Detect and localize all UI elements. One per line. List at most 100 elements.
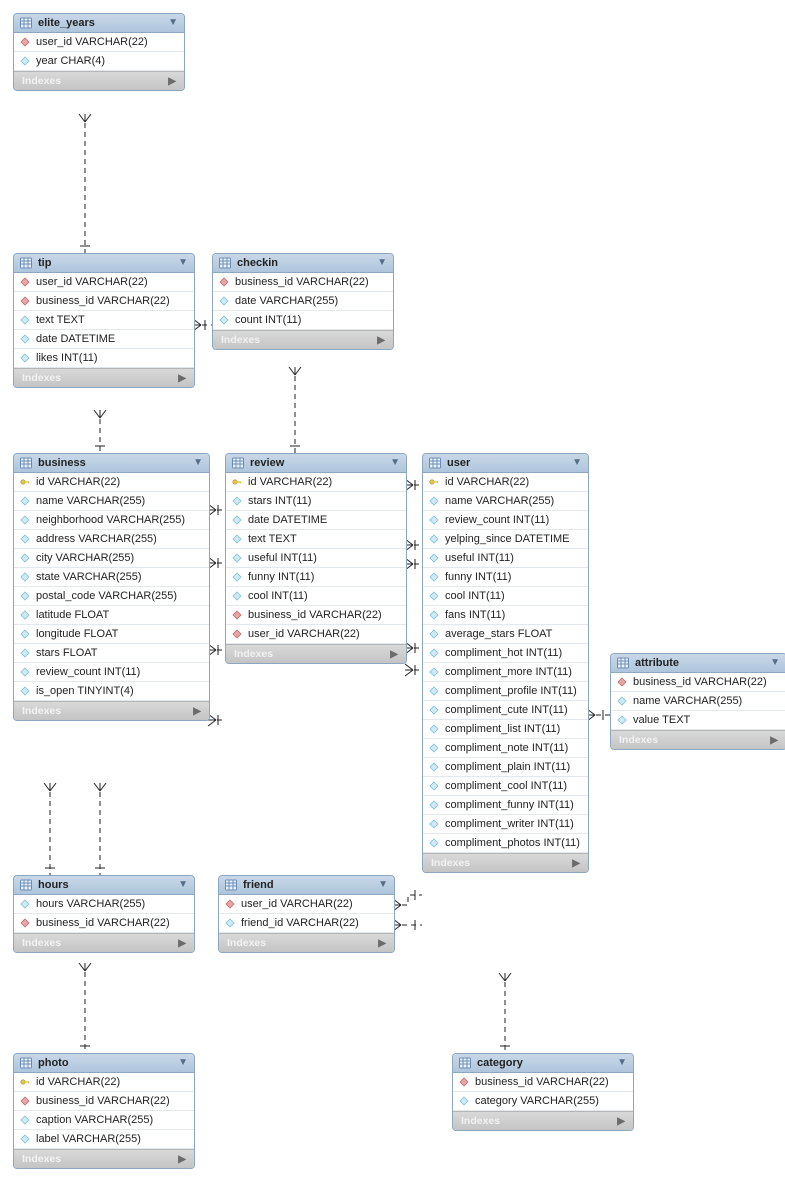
column-row[interactable]: compliment_plain INT(11)	[423, 758, 588, 777]
column-row[interactable]: date VARCHAR(255)	[213, 292, 393, 311]
column-row[interactable]: business_id VARCHAR(22)	[453, 1073, 633, 1092]
table-header[interactable]: attribute▼	[611, 654, 785, 673]
column-row[interactable]: likes INT(11)	[14, 349, 194, 368]
column-row[interactable]: user_id VARCHAR(22)	[14, 273, 194, 292]
column-row[interactable]: year CHAR(4)	[14, 52, 184, 71]
column-row[interactable]: text TEXT	[226, 530, 406, 549]
column-row[interactable]: useful INT(11)	[423, 549, 588, 568]
expand-icon[interactable]: ▶	[193, 706, 201, 717]
column-row[interactable]: fans INT(11)	[423, 606, 588, 625]
table-elite_years[interactable]: elite_years▼ user_id VARCHAR(22) year CH…	[13, 13, 185, 91]
column-row[interactable]: user_id VARCHAR(22)	[14, 33, 184, 52]
collapse-icon[interactable]: ▼	[193, 458, 203, 468]
column-row[interactable]: average_stars FLOAT	[423, 625, 588, 644]
column-row[interactable]: hours VARCHAR(255)	[14, 895, 194, 914]
collapse-icon[interactable]: ▼	[572, 458, 582, 468]
collapse-icon[interactable]: ▼	[178, 880, 188, 890]
table-review[interactable]: review▼ id VARCHAR(22) stars INT(11) dat…	[225, 453, 407, 664]
table-tip[interactable]: tip▼ user_id VARCHAR(22) business_id VAR…	[13, 253, 195, 388]
expand-icon[interactable]: ▶	[378, 938, 386, 949]
indexes-section[interactable]: Indexes▶	[213, 330, 393, 349]
table-header[interactable]: tip▼	[14, 254, 194, 273]
column-row[interactable]: date DATETIME	[14, 330, 194, 349]
table-friend[interactable]: friend▼ user_id VARCHAR(22) friend_id VA…	[218, 875, 395, 953]
column-row[interactable]: neighborhood VARCHAR(255)	[14, 511, 209, 530]
indexes-section[interactable]: Indexes▶	[14, 71, 184, 90]
column-row[interactable]: cool INT(11)	[423, 587, 588, 606]
expand-icon[interactable]: ▶	[178, 373, 186, 384]
column-row[interactable]: compliment_writer INT(11)	[423, 815, 588, 834]
table-attribute[interactable]: attribute▼ business_id VARCHAR(22) name …	[610, 653, 785, 750]
expand-icon[interactable]: ▶	[168, 76, 176, 87]
collapse-icon[interactable]: ▼	[770, 658, 780, 668]
column-row[interactable]: compliment_hot INT(11)	[423, 644, 588, 663]
column-row[interactable]: yelping_since DATETIME	[423, 530, 588, 549]
column-row[interactable]: latitude FLOAT	[14, 606, 209, 625]
table-header[interactable]: checkin▼	[213, 254, 393, 273]
column-row[interactable]: funny INT(11)	[423, 568, 588, 587]
expand-icon[interactable]: ▶	[390, 649, 398, 660]
indexes-section[interactable]: Indexes▶	[453, 1111, 633, 1130]
column-row[interactable]: value TEXT	[611, 711, 785, 730]
column-row[interactable]: compliment_more INT(11)	[423, 663, 588, 682]
column-row[interactable]: stars FLOAT	[14, 644, 209, 663]
column-row[interactable]: state VARCHAR(255)	[14, 568, 209, 587]
collapse-icon[interactable]: ▼	[178, 1058, 188, 1068]
column-row[interactable]: business_id VARCHAR(22)	[14, 1092, 194, 1111]
column-row[interactable]: category VARCHAR(255)	[453, 1092, 633, 1111]
collapse-icon[interactable]: ▼	[390, 458, 400, 468]
table-business[interactable]: business▼ id VARCHAR(22) name VARCHAR(25…	[13, 453, 210, 721]
column-row[interactable]: count INT(11)	[213, 311, 393, 330]
column-row[interactable]: is_open TINYINT(4)	[14, 682, 209, 701]
collapse-icon[interactable]: ▼	[378, 880, 388, 890]
table-header[interactable]: photo▼	[14, 1054, 194, 1073]
indexes-section[interactable]: Indexes▶	[611, 730, 785, 749]
collapse-icon[interactable]: ▼	[168, 18, 178, 28]
expand-icon[interactable]: ▶	[617, 1116, 625, 1127]
table-category[interactable]: category▼ business_id VARCHAR(22) catego…	[452, 1053, 634, 1131]
expand-icon[interactable]: ▶	[377, 335, 385, 346]
column-row[interactable]: compliment_cute INT(11)	[423, 701, 588, 720]
indexes-section[interactable]: Indexes▶	[14, 368, 194, 387]
table-checkin[interactable]: checkin▼ business_id VARCHAR(22) date VA…	[212, 253, 394, 350]
column-row[interactable]: compliment_cool INT(11)	[423, 777, 588, 796]
indexes-section[interactable]: Indexes▶	[226, 644, 406, 663]
table-header[interactable]: elite_years▼	[14, 14, 184, 33]
column-row[interactable]: business_id VARCHAR(22)	[226, 606, 406, 625]
indexes-section[interactable]: Indexes▶	[14, 701, 209, 720]
column-row[interactable]: id VARCHAR(22)	[14, 1073, 194, 1092]
table-header[interactable]: friend▼	[219, 876, 394, 895]
column-row[interactable]: friend_id VARCHAR(22)	[219, 914, 394, 933]
column-row[interactable]: compliment_profile INT(11)	[423, 682, 588, 701]
column-row[interactable]: text TEXT	[14, 311, 194, 330]
column-row[interactable]: useful INT(11)	[226, 549, 406, 568]
table-header[interactable]: review▼	[226, 454, 406, 473]
column-row[interactable]: funny INT(11)	[226, 568, 406, 587]
expand-icon[interactable]: ▶	[178, 1154, 186, 1165]
column-row[interactable]: name VARCHAR(255)	[611, 692, 785, 711]
column-row[interactable]: date DATETIME	[226, 511, 406, 530]
column-row[interactable]: name VARCHAR(255)	[14, 492, 209, 511]
expand-icon[interactable]: ▶	[572, 858, 580, 869]
column-row[interactable]: compliment_note INT(11)	[423, 739, 588, 758]
column-row[interactable]: compliment_photos INT(11)	[423, 834, 588, 853]
collapse-icon[interactable]: ▼	[617, 1058, 627, 1068]
column-row[interactable]: id VARCHAR(22)	[226, 473, 406, 492]
column-row[interactable]: compliment_list INT(11)	[423, 720, 588, 739]
table-user[interactable]: user▼ id VARCHAR(22) name VARCHAR(255) r…	[422, 453, 589, 873]
column-row[interactable]: longitude FLOAT	[14, 625, 209, 644]
column-row[interactable]: user_id VARCHAR(22)	[226, 625, 406, 644]
expand-icon[interactable]: ▶	[178, 938, 186, 949]
table-header[interactable]: user▼	[423, 454, 588, 473]
column-row[interactable]: business_id VARCHAR(22)	[14, 292, 194, 311]
column-row[interactable]: business_id VARCHAR(22)	[213, 273, 393, 292]
table-header[interactable]: business▼	[14, 454, 209, 473]
indexes-section[interactable]: Indexes▶	[219, 933, 394, 952]
column-row[interactable]: cool INT(11)	[226, 587, 406, 606]
column-row[interactable]: id VARCHAR(22)	[423, 473, 588, 492]
column-row[interactable]: name VARCHAR(255)	[423, 492, 588, 511]
column-row[interactable]: address VARCHAR(255)	[14, 530, 209, 549]
indexes-section[interactable]: Indexes▶	[14, 1149, 194, 1168]
column-row[interactable]: stars INT(11)	[226, 492, 406, 511]
collapse-icon[interactable]: ▼	[377, 258, 387, 268]
